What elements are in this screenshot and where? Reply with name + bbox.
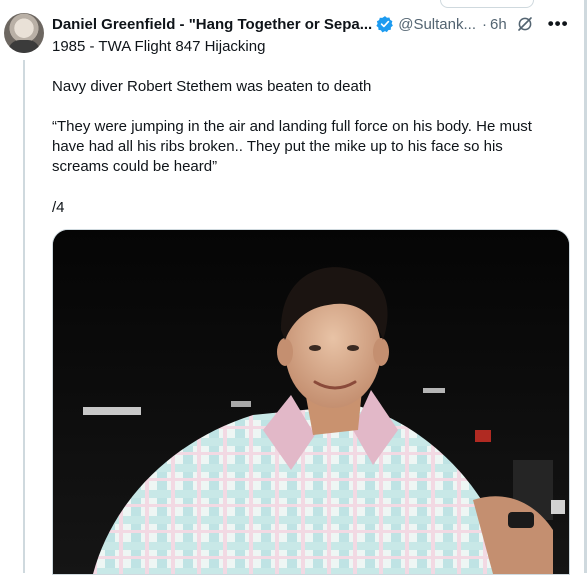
tweet-text-thread-number: /4 xyxy=(52,199,65,216)
tweet-text-line: Navy diver Robert Stethem was beaten to … xyxy=(52,78,372,95)
grok-icon[interactable] xyxy=(516,15,534,33)
tweet-header: Daniel Greenfield - "Hang Together or Se… xyxy=(52,13,584,35)
top-pill xyxy=(440,0,534,8)
author-name[interactable]: Daniel Greenfield - "Hang Together or Se… xyxy=(52,16,372,33)
verified-badge-icon xyxy=(376,16,394,33)
avatar-shirt xyxy=(8,40,40,53)
avatar[interactable] xyxy=(4,13,44,53)
tweet-photo[interactable] xyxy=(52,229,570,575)
more-options-icon[interactable]: ••• xyxy=(548,14,569,34)
photo-illustration xyxy=(53,230,569,574)
separator-dot: · xyxy=(482,15,487,33)
thread-connector-line xyxy=(23,60,25,573)
author-handle[interactable]: @Sultank... xyxy=(398,16,476,33)
tweet-time[interactable]: 6h xyxy=(490,16,507,33)
tweet-text-quote: “They were jumping in the air and landin… xyxy=(52,118,532,175)
tweet-text-line: 1985 - TWA Flight 847 Hijacking xyxy=(52,38,266,55)
